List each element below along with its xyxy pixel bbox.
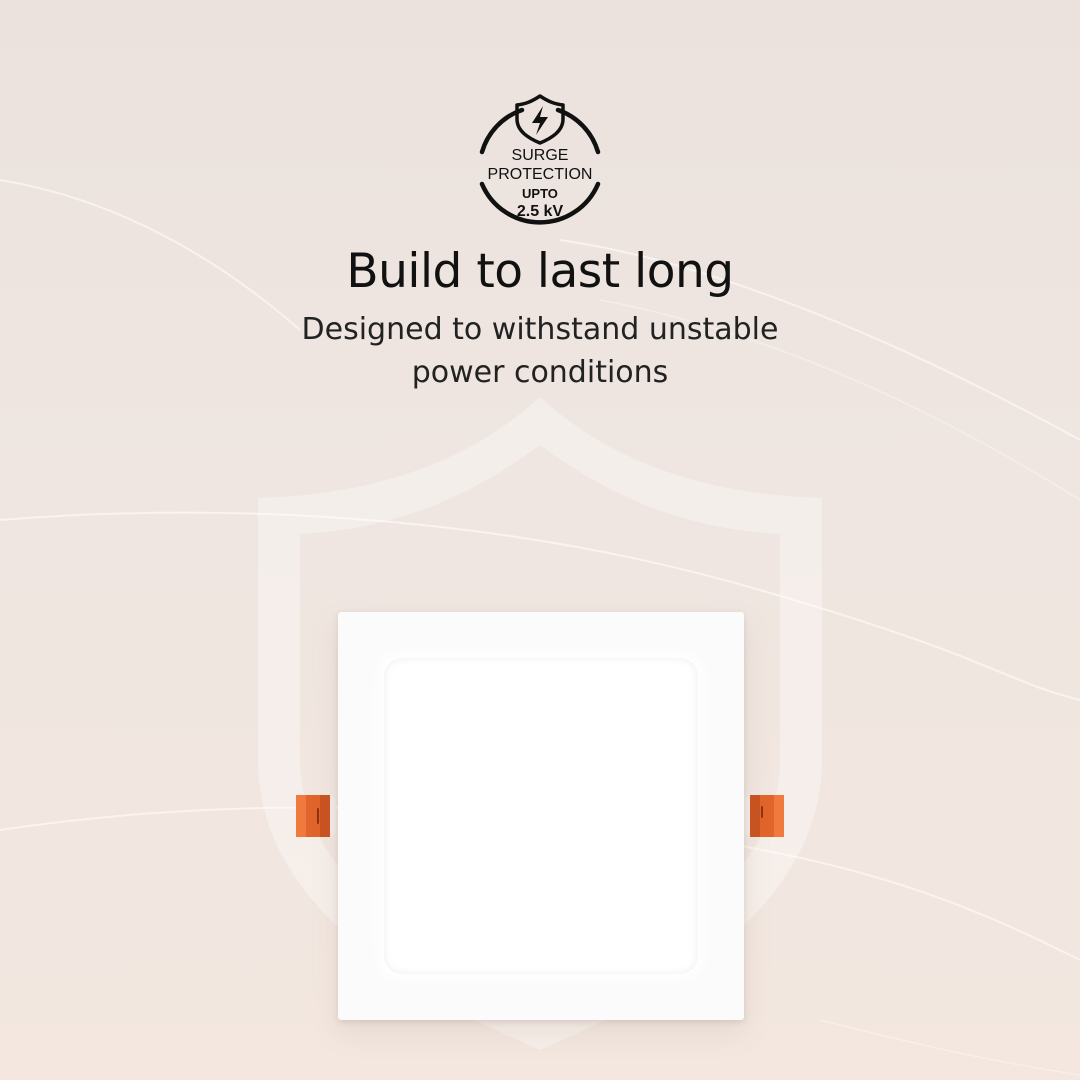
subheadline-line-1: Designed to withstand unstable [301, 312, 779, 347]
surge-protection-badge: SURGE PROTECTION UPTO 2.5 kV [479, 94, 601, 225]
subheadline: Designed to withstand unstable power con… [0, 308, 1080, 394]
panel-diffuser [384, 658, 698, 974]
spring-clip-right [744, 795, 784, 837]
badge-line-surge: SURGE [512, 147, 569, 164]
shield-lightning-icon [515, 94, 565, 145]
badge-line-voltage: 2.5 kV [517, 203, 564, 220]
square-led-panel-light [338, 612, 744, 1020]
badge-line-upto: UPTO [522, 186, 558, 201]
spring-clip-left [296, 795, 336, 837]
subheadline-line-2: power conditions [411, 355, 669, 390]
badge-line-protection: PROTECTION [488, 166, 593, 183]
headline: Build to last long [346, 244, 734, 299]
